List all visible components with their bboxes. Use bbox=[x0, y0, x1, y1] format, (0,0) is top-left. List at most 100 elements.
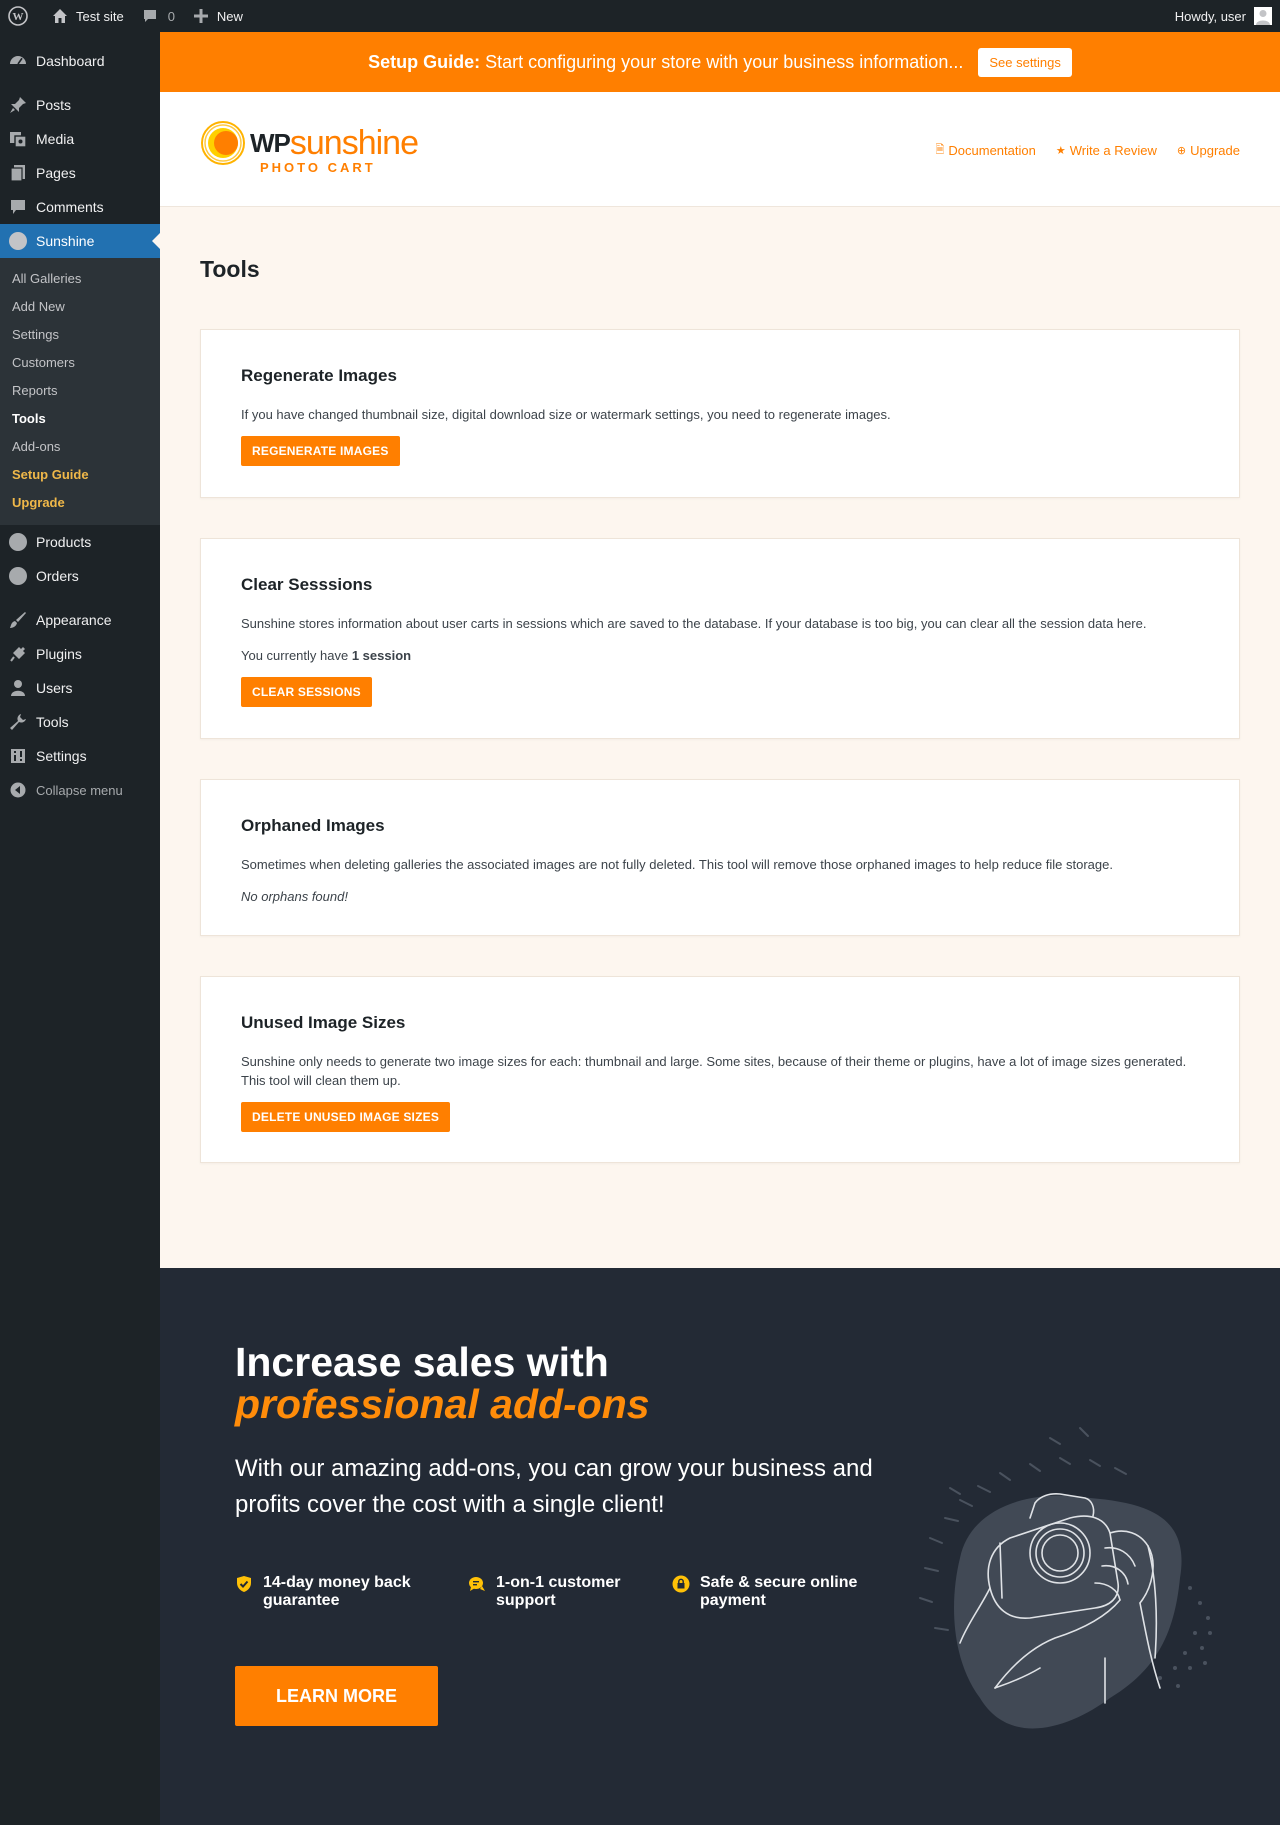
promo-lead: With our amazing add-ons, you can grow y… bbox=[235, 1455, 873, 1518]
menu-item-orders[interactable]: Orders bbox=[0, 559, 160, 593]
regenerate-images-card: Regenerate Images If you have changed th… bbox=[200, 329, 1240, 498]
menu-item-settings[interactable]: Settings bbox=[0, 739, 160, 773]
feature-text: 1-on-1 customer support bbox=[496, 1574, 620, 1610]
submenu-item-setup-guide[interactable]: Setup Guide bbox=[0, 461, 160, 489]
pin-icon bbox=[8, 95, 28, 115]
home-icon bbox=[50, 6, 70, 26]
star-icon: ★ bbox=[1055, 145, 1066, 157]
promo-headline: Increase sales with professional add-ons bbox=[235, 1341, 650, 1425]
menu-item-label: Media bbox=[36, 131, 75, 147]
menu-item-appearance[interactable]: Appearance bbox=[0, 603, 160, 637]
menu-item-label: Posts bbox=[36, 97, 72, 113]
menu-item-label: Orders bbox=[36, 568, 79, 584]
card-description: Sunshine only needs to generate two imag… bbox=[241, 1054, 1187, 1088]
submenu-item-settings[interactable]: Settings bbox=[0, 321, 160, 349]
feature-line1: Safe & secure online bbox=[700, 1574, 858, 1591]
menu-item-products[interactable]: Products bbox=[0, 525, 160, 559]
setup-guide-banner: Setup Guide: Start configuring your stor… bbox=[160, 32, 1280, 92]
collapse-menu-button[interactable]: Collapse menu bbox=[0, 773, 160, 807]
svg-text:W: W bbox=[13, 11, 24, 23]
menu-item-dashboard[interactable]: Dashboard bbox=[0, 44, 160, 78]
menu-item-label: Products bbox=[36, 534, 92, 550]
feature-line1: 14-day money back bbox=[263, 1574, 411, 1591]
menu-item-sunshine[interactable]: Sunshine bbox=[0, 224, 160, 258]
logo-sunshine-text: sunshine bbox=[289, 123, 419, 162]
lock-icon bbox=[672, 1575, 690, 1593]
howdy-text: Howdy, user bbox=[1174, 8, 1246, 24]
clear-sessions-button[interactable]: CLEAR SESSIONS bbox=[241, 677, 372, 707]
card-description: Sunshine stores information about user c… bbox=[241, 616, 1147, 631]
sunshine-logo[interactable]: WP sunshine PHOTO CART bbox=[200, 120, 419, 175]
collapse-icon bbox=[8, 780, 28, 800]
menu-item-label: Dashboard bbox=[36, 53, 105, 69]
menu-item-label: Sunshine bbox=[36, 233, 95, 249]
new-content-link[interactable]: New bbox=[183, 0, 251, 32]
card-description: Sometimes when deleting galleries the as… bbox=[241, 857, 1113, 872]
feature-line1: 1-on-1 customer bbox=[496, 1574, 621, 1591]
submenu-item-upgrade[interactable]: Upgrade bbox=[0, 489, 160, 517]
site-name: Test site bbox=[76, 8, 124, 24]
upgrade-link[interactable]: ⊕ Upgrade bbox=[1177, 141, 1240, 160]
submenu-item-tools[interactable]: Tools bbox=[0, 405, 160, 433]
dashboard-icon bbox=[8, 51, 28, 71]
session-count-text: You currently have 1 session bbox=[241, 646, 1199, 665]
orphans-status: No orphans found! bbox=[241, 887, 1199, 906]
feature-money-back: 14-day money back guarantee bbox=[235, 1574, 411, 1610]
menu-item-tools[interactable]: Tools bbox=[0, 705, 160, 739]
card-description: If you have changed thumbnail size, digi… bbox=[241, 407, 891, 422]
upgrade-circle-icon: ⊕ bbox=[1176, 145, 1187, 157]
media-icon bbox=[8, 129, 28, 149]
session-count-value: 1 session bbox=[351, 648, 412, 663]
feature-secure-payment: Safe & secure online payment bbox=[672, 1574, 857, 1610]
see-settings-button[interactable]: See settings bbox=[978, 47, 1072, 77]
submenu-item-add-new[interactable]: Add New bbox=[0, 293, 160, 321]
header-links: 🗎 Documentation ★ Write a Review ⊕ Upgra… bbox=[936, 141, 1240, 160]
sun-logo-icon bbox=[201, 121, 245, 165]
admin-bar: W Test site 0 New Howdy, user bbox=[0, 0, 1280, 32]
comment-icon bbox=[8, 197, 28, 217]
submenu-item-reports[interactable]: Reports bbox=[0, 377, 160, 405]
menu-item-posts[interactable]: Posts bbox=[0, 88, 160, 122]
comments-link[interactable]: 0 bbox=[132, 0, 183, 32]
regenerate-images-button[interactable]: REGENERATE IMAGES bbox=[241, 436, 400, 466]
pages-icon bbox=[8, 163, 28, 183]
promo-headline-text: Increase sales with bbox=[235, 1339, 609, 1385]
menu-item-label: Comments bbox=[36, 199, 104, 215]
site-name-link[interactable]: Test site bbox=[42, 0, 132, 32]
my-account-link[interactable]: Howdy, user bbox=[1167, 0, 1280, 32]
session-count-prefix: You currently have bbox=[241, 648, 349, 663]
page-title: Tools bbox=[200, 256, 260, 282]
feature-line2: support bbox=[496, 1592, 556, 1609]
document-icon: 🗎 bbox=[935, 144, 945, 156]
menu-item-media[interactable]: Media bbox=[0, 122, 160, 156]
logo-wp-text: WP bbox=[250, 127, 291, 158]
submenu-item-add-ons[interactable]: Add-ons bbox=[0, 433, 160, 461]
menu-item-label: Settings bbox=[36, 748, 87, 764]
menu-item-pages[interactable]: Pages bbox=[0, 156, 160, 190]
unused-image-sizes-card: Unused Image Sizes Sunshine only needs t… bbox=[200, 976, 1240, 1163]
settings-icon bbox=[8, 746, 28, 766]
comments-count: 0 bbox=[167, 8, 175, 24]
write-review-link[interactable]: ★ Write a Review bbox=[1056, 141, 1157, 160]
comment-bubble-icon bbox=[140, 6, 160, 26]
delete-unused-image-sizes-button[interactable]: DELETE UNUSED IMAGE SIZES bbox=[241, 1102, 451, 1132]
wordpress-icon: W bbox=[8, 6, 28, 26]
card-title: Orphaned Images bbox=[241, 816, 385, 835]
learn-more-button[interactable]: LEARN MORE bbox=[235, 1666, 438, 1726]
menu-item-users[interactable]: Users bbox=[0, 671, 160, 705]
submenu-item-all-galleries[interactable]: All Galleries bbox=[0, 265, 160, 293]
clear-sessions-card: Clear Sesssions Sunshine stores informat… bbox=[200, 538, 1240, 739]
new-label: New bbox=[216, 8, 243, 24]
documentation-link[interactable]: 🗎 Documentation bbox=[936, 141, 1036, 160]
card-title: Unused Image Sizes bbox=[241, 1013, 406, 1032]
menu-item-comments[interactable]: Comments bbox=[0, 190, 160, 224]
submenu-item-customers[interactable]: Customers bbox=[0, 349, 160, 377]
sunshine-icon bbox=[8, 566, 28, 586]
menu-item-label: Plugins bbox=[36, 646, 82, 662]
shield-check-icon bbox=[235, 1575, 253, 1593]
wordpress-logo-button[interactable]: W bbox=[0, 0, 42, 32]
camera-hands-illustration bbox=[919, 1427, 1212, 1729]
menu-item-plugins[interactable]: Plugins bbox=[0, 637, 160, 671]
feature-line2: payment bbox=[700, 1592, 766, 1609]
avatar bbox=[1254, 7, 1272, 25]
